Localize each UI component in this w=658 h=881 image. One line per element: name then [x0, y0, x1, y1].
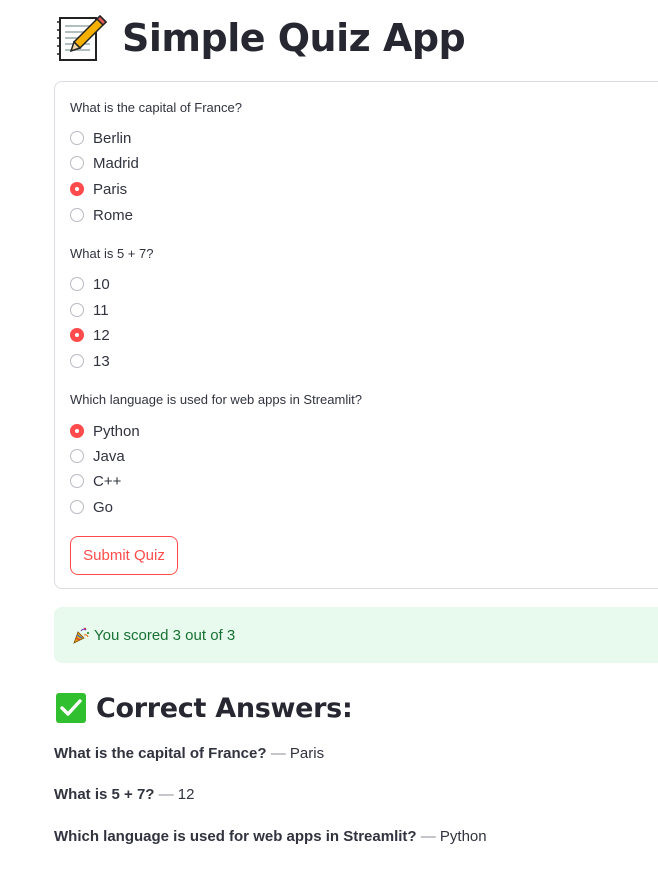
- option-label: Madrid: [93, 154, 139, 172]
- score-alert: You scored 3 out of 3: [54, 607, 658, 663]
- answer-value: Python: [439, 828, 487, 845]
- radio-button-selected[interactable]: [70, 424, 84, 438]
- radio-button[interactable]: [70, 277, 84, 291]
- radio-button[interactable]: [70, 354, 84, 368]
- option-label: Go: [93, 498, 114, 516]
- answer-separator: —: [420, 828, 436, 845]
- question-3-label: Which language is used for web apps in S…: [70, 392, 362, 407]
- answer-separator: —: [158, 786, 174, 803]
- radio-option-python[interactable]: Python: [70, 420, 140, 442]
- radio-option-madrid[interactable]: Madrid: [70, 152, 139, 174]
- radio-option-berlin[interactable]: Berlin: [70, 127, 131, 149]
- answer-value: Paris: [289, 745, 325, 762]
- answer-separator: —: [270, 745, 286, 762]
- question-1-label: What is the capital of France?: [70, 100, 242, 115]
- radio-button[interactable]: [70, 474, 84, 488]
- answer-line-3: Which language is used for web apps in S…: [54, 828, 487, 845]
- party-popper-icon: [72, 626, 90, 644]
- radio-button[interactable]: [70, 500, 84, 514]
- radio-button-selected[interactable]: [70, 182, 84, 196]
- radio-option-11[interactable]: 11: [70, 299, 109, 321]
- answer-question: Which language is used for web apps in S…: [54, 828, 417, 845]
- radio-button[interactable]: [70, 208, 84, 222]
- answer-line-2: What is 5 + 7? — 12: [54, 786, 194, 803]
- submit-quiz-button[interactable]: Submit Quiz: [70, 536, 178, 575]
- answer-value: 12: [177, 786, 195, 803]
- radio-button[interactable]: [70, 449, 84, 463]
- answer-line-1: What is the capital of France? — Paris: [54, 745, 324, 762]
- radio-option-paris[interactable]: Paris: [70, 178, 127, 200]
- radio-button-selected[interactable]: [70, 328, 84, 342]
- option-label: Java: [93, 447, 125, 465]
- answer-question: What is the capital of France?: [54, 745, 267, 762]
- radio-option-java[interactable]: Java: [70, 445, 125, 467]
- radio-option-12[interactable]: 12: [70, 324, 110, 346]
- radio-option-go[interactable]: Go: [70, 496, 113, 518]
- option-label: 12: [93, 326, 110, 344]
- option-label: Paris: [93, 180, 128, 198]
- answer-question: What is 5 + 7?: [54, 786, 155, 803]
- radio-option-13[interactable]: 13: [70, 350, 110, 372]
- radio-option-rome[interactable]: Rome: [70, 204, 133, 226]
- radio-option-10[interactable]: 10: [70, 273, 110, 295]
- option-label: Berlin: [93, 129, 132, 147]
- app-title: Simple Quiz App: [122, 16, 466, 60]
- quiz-form: What is the capital of France? Berlin Ma…: [54, 81, 658, 589]
- radio-button[interactable]: [70, 156, 84, 170]
- option-label: Python: [93, 422, 140, 440]
- correct-answers-heading: Correct Answers:: [56, 688, 353, 728]
- correct-answers-title: Correct Answers:: [96, 692, 353, 724]
- radio-option-cpp[interactable]: C++: [70, 470, 121, 492]
- option-label: 13: [93, 352, 110, 370]
- score-text: You scored 3 out of 3: [94, 626, 236, 644]
- option-label: 10: [93, 275, 110, 293]
- check-mark-icon: [56, 693, 86, 723]
- memo-icon: [56, 12, 108, 64]
- option-label: 11: [93, 301, 109, 319]
- page-title: Simple Quiz App: [56, 10, 466, 66]
- option-label: C++: [93, 472, 122, 490]
- radio-button[interactable]: [70, 303, 84, 317]
- question-2-label: What is 5 + 7?: [70, 246, 154, 261]
- option-label: Rome: [93, 206, 134, 224]
- radio-button[interactable]: [70, 131, 84, 145]
